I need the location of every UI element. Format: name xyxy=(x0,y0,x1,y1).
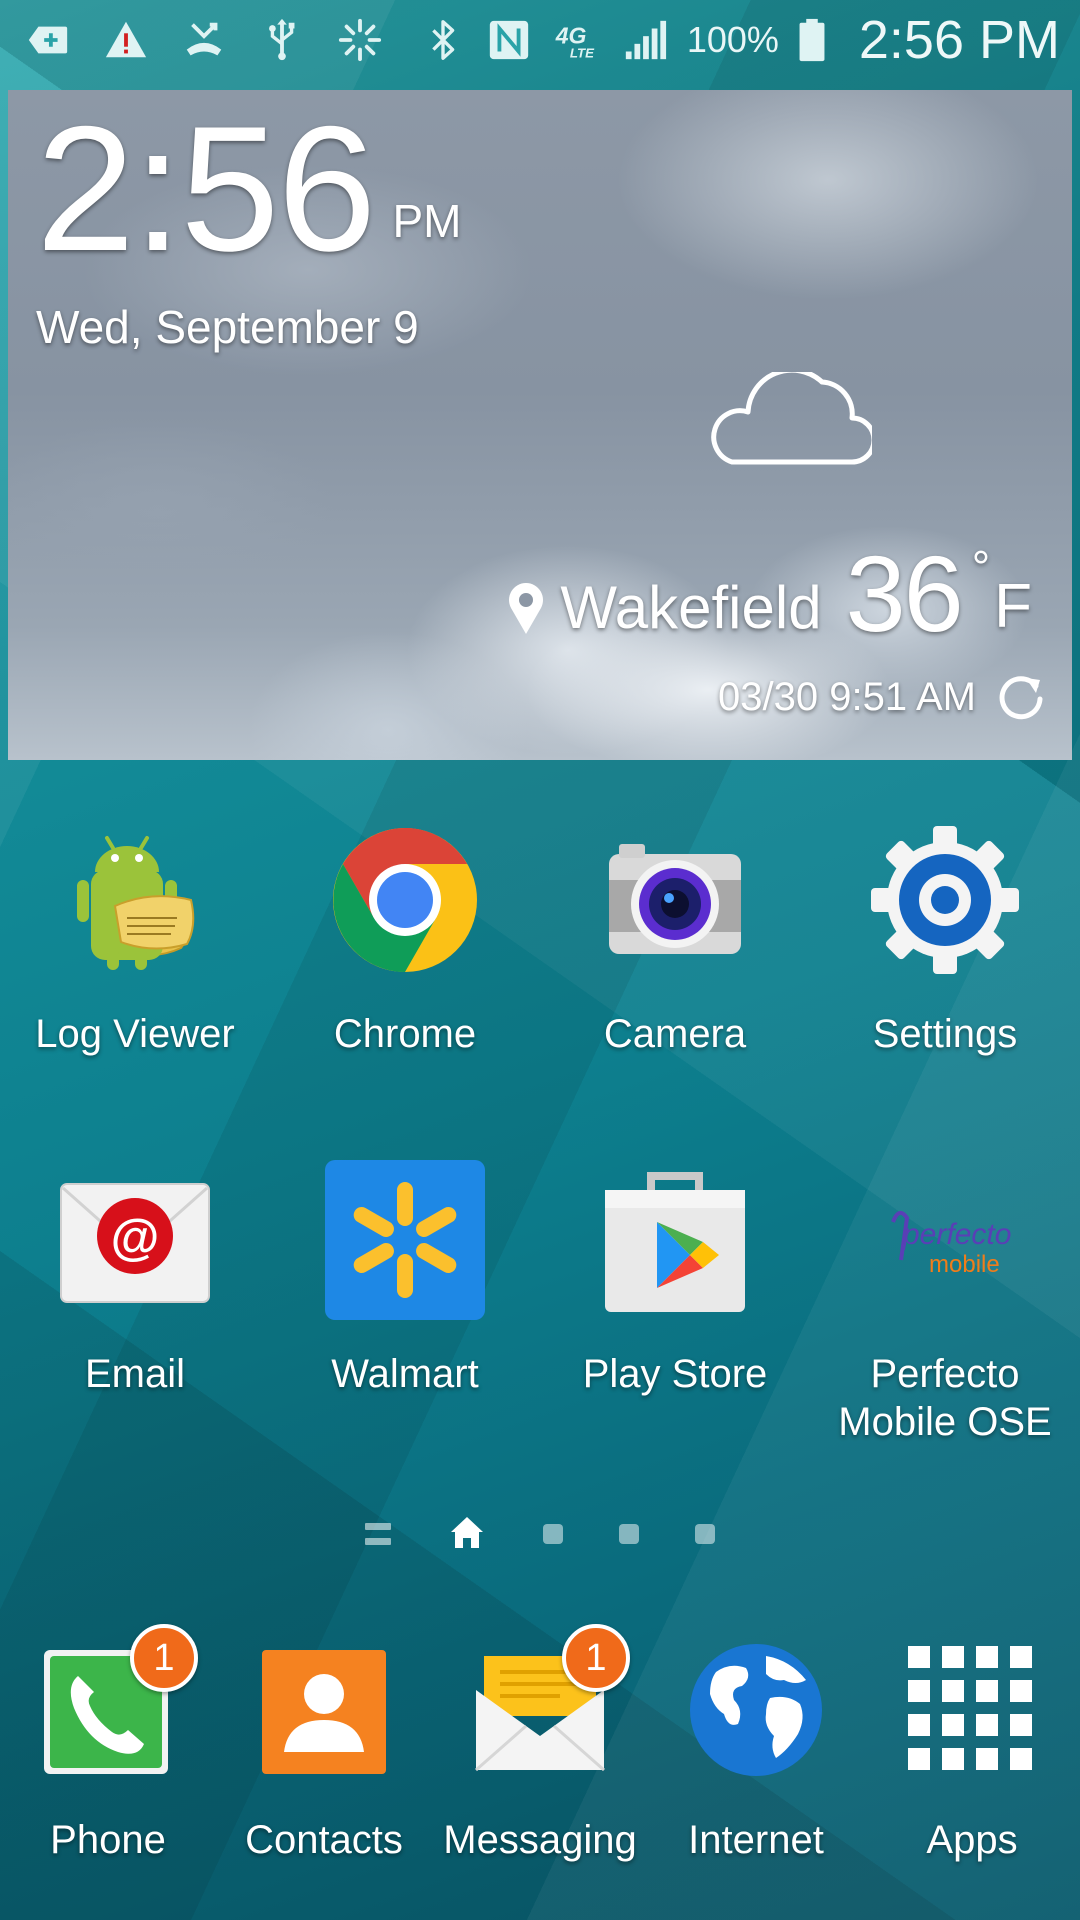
bluetooth-icon xyxy=(419,16,467,64)
walmart-icon xyxy=(325,1160,485,1320)
dock-label: Contacts xyxy=(245,1818,403,1862)
app-label: Log Viewer xyxy=(35,1012,235,1056)
perfecto-logo-subtext: mobile xyxy=(929,1251,1000,1278)
widget-clock-ampm: PM xyxy=(392,195,462,247)
app-perfecto-mobile-ose[interactable]: perfecto mobile Perfecto Mobile OSE xyxy=(815,1160,1075,1446)
settings-gear-icon xyxy=(865,820,1025,980)
perfecto-mobile-icon: perfecto mobile xyxy=(865,1160,1025,1320)
page-indicator-menu-icon[interactable] xyxy=(365,1523,391,1545)
network-subtype-label: LTE xyxy=(570,46,595,61)
warning-icon xyxy=(102,16,150,64)
add-notification-icon xyxy=(24,16,72,64)
apps-grid-icon xyxy=(902,1640,1042,1780)
app-log-viewer[interactable]: Log Viewer xyxy=(5,820,265,1058)
dock-label: Internet xyxy=(688,1818,824,1862)
dock-label: Messaging xyxy=(443,1818,637,1862)
dock-label: Apps xyxy=(926,1818,1018,1862)
widget-date: Wed, September 9 xyxy=(36,301,419,353)
page-indicator-dot[interactable] xyxy=(695,1524,715,1544)
app-label: Chrome xyxy=(333,1012,477,1056)
widget-clock[interactable]: 2:56 PM xyxy=(36,100,461,278)
signal-icon xyxy=(621,16,669,64)
log-viewer-icon xyxy=(55,820,215,980)
widget-clock-time: 2:56 xyxy=(36,90,376,288)
notification-badge: 1 xyxy=(130,1624,198,1692)
chrome-icon xyxy=(325,820,485,980)
page-indicator-home-icon[interactable] xyxy=(447,1512,487,1557)
status-bar-notifications xyxy=(24,16,384,64)
app-label: Camera xyxy=(603,1012,747,1056)
svg-text:@: @ xyxy=(111,1209,160,1265)
app-label: Settings xyxy=(872,1012,1018,1056)
status-bar[interactable]: 4G LTE 100% 2:56 PM xyxy=(0,0,1080,80)
weather-update-row: 03/30 9:51 AM xyxy=(718,672,1046,722)
status-bar-system: 4G LTE 100% 2:56 PM xyxy=(419,9,1060,71)
app-label: Perfecto Mobile OSE xyxy=(838,1352,1052,1444)
dock-phone[interactable]: 1 Phone xyxy=(0,1624,216,1863)
refresh-icon[interactable] xyxy=(996,672,1046,722)
weather-degree-symbol: ° xyxy=(971,541,991,593)
nfc-icon xyxy=(485,16,533,64)
weather-location-row[interactable]: Wakefield 36 ° F xyxy=(506,540,1032,648)
dock-internet[interactable]: Internet xyxy=(648,1640,864,1863)
app-email[interactable]: @ Email xyxy=(5,1160,265,1398)
page-indicator[interactable] xyxy=(0,1512,1080,1556)
notification-badge: 1 xyxy=(562,1624,630,1692)
app-label: Play Store xyxy=(582,1352,768,1396)
page-indicator-dot[interactable] xyxy=(543,1524,563,1544)
battery-icon xyxy=(797,16,827,64)
app-label: Walmart xyxy=(331,1352,479,1396)
network-type-label: 4G xyxy=(555,23,587,49)
email-icon: @ xyxy=(55,1160,215,1320)
dock-messaging[interactable]: 1 Messaging xyxy=(432,1624,648,1863)
dock-apps[interactable]: Apps xyxy=(864,1640,1080,1863)
app-chrome[interactable]: Chrome xyxy=(275,820,535,1058)
messaging-icon: 1 xyxy=(470,1624,630,1780)
dock-contacts[interactable]: Contacts xyxy=(216,1640,432,1863)
contacts-icon xyxy=(254,1640,394,1780)
app-walmart[interactable]: Walmart xyxy=(275,1160,535,1398)
clock-weather-widget[interactable]: 2:56 PM Wed, September 9 Wakefield 36 ° … xyxy=(8,90,1072,760)
app-camera[interactable]: Camera xyxy=(545,820,805,1058)
weather-unit: F xyxy=(994,572,1032,641)
battery-percent: 100% xyxy=(686,19,779,60)
weather-location: Wakefield xyxy=(560,574,822,641)
perfecto-logo-text: perfecto xyxy=(902,1218,1011,1251)
dock-label: Phone xyxy=(50,1818,166,1862)
page-indicator-dot[interactable] xyxy=(619,1524,639,1544)
usb-icon xyxy=(258,16,306,64)
app-play-store[interactable]: Play Store xyxy=(545,1160,805,1398)
play-store-icon xyxy=(595,1160,755,1320)
missed-call-icon xyxy=(180,16,228,64)
app-settings[interactable]: Settings xyxy=(815,820,1075,1058)
cloud-icon[interactable] xyxy=(702,372,872,472)
sync-icon xyxy=(336,16,384,64)
phone-icon: 1 xyxy=(38,1624,198,1780)
camera-icon xyxy=(595,820,755,980)
location-pin-icon xyxy=(509,583,544,634)
status-bar-time: 2:56 PM xyxy=(858,10,1060,70)
app-label: Email xyxy=(84,1352,186,1396)
4g-lte-icon: 4G LTE xyxy=(551,16,603,64)
weather-updated-time: 03/30 9:51 AM xyxy=(718,674,976,719)
globe-icon xyxy=(686,1640,826,1780)
weather-temperature: 36 xyxy=(845,533,964,654)
